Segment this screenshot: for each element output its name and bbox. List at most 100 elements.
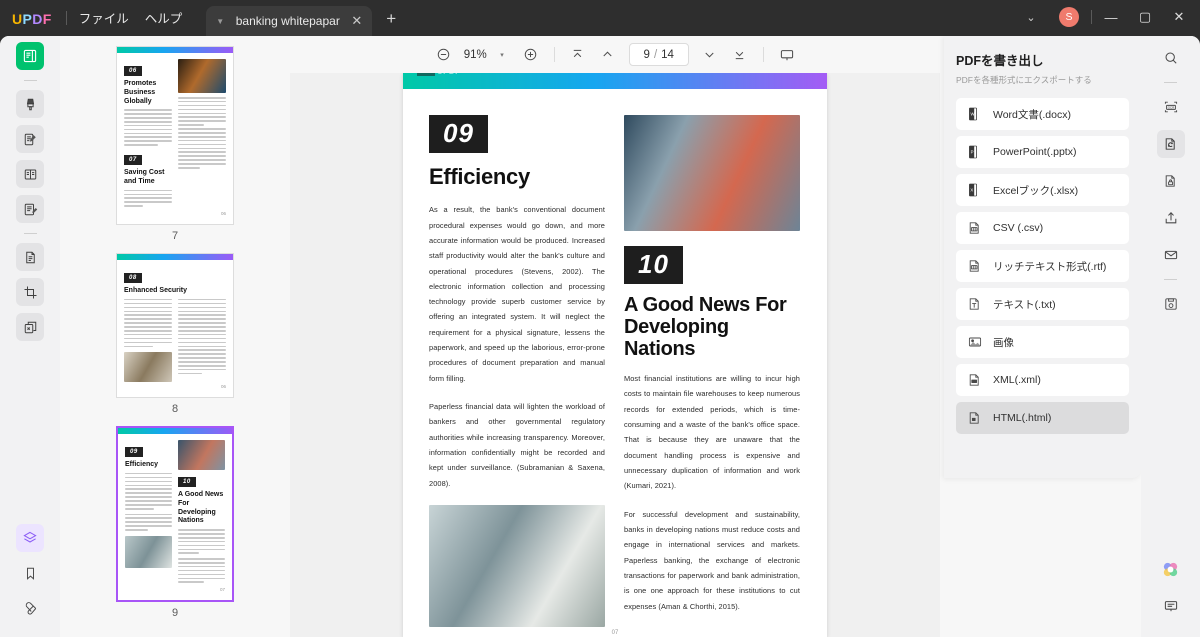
minimize-button[interactable]: —	[1096, 6, 1126, 28]
chevron-down-icon[interactable]: ▾	[500, 51, 504, 59]
rail-separator	[23, 80, 37, 81]
toolbar-separator-2	[762, 47, 764, 62]
export-option-xml[interactable]: </> XML(.xml)	[956, 364, 1129, 396]
thumbnail-list: 06 Promotes Business Globally 07 Saving …	[60, 46, 290, 630]
html-icon	[966, 410, 983, 427]
export-option-label: PowerPoint(.pptx)	[993, 146, 1077, 158]
thumbnail-page-8[interactable]: 08 Enhanced Security 06	[116, 253, 234, 399]
left-tool-rail	[0, 36, 60, 637]
menu-file[interactable]: ファイル	[79, 8, 129, 27]
section-number-8: 08	[124, 273, 142, 284]
previous-page-button[interactable]	[593, 42, 623, 68]
feedback-button[interactable]	[1157, 592, 1185, 620]
section-number-09: 09	[429, 115, 488, 153]
export-option-image[interactable]: 画像	[956, 326, 1129, 358]
sidebar-item-convert[interactable]	[1156, 130, 1185, 158]
section-title: Promotes Business Globally	[124, 80, 157, 105]
rtf-icon	[966, 258, 983, 275]
chevron-down-icon[interactable]: ▼	[216, 17, 224, 26]
page-brand-logo: UPDF	[417, 73, 460, 76]
section-number-9b: 10	[178, 477, 196, 488]
sidebar-item-email[interactable]	[1157, 241, 1185, 269]
app-shell: 06 Promotes Business Globally 07 Saving …	[0, 36, 1200, 637]
right-rail-separator-2	[1164, 279, 1177, 280]
menu-help[interactable]: ヘルプ	[145, 8, 183, 27]
last-page-button[interactable]	[725, 42, 755, 68]
document-viewport[interactable]: UPDF 09 Efficiency As a result, the bank…	[290, 73, 940, 637]
thumbnail-page-number-7: 7	[171, 230, 179, 243]
section-number-10: 10	[624, 246, 683, 284]
sidebar-item-page[interactable]	[16, 243, 44, 271]
new-tab-button[interactable]: +	[386, 9, 396, 29]
thumbnail-page-7[interactable]: 06 Promotes Business Globally 07 Saving …	[116, 46, 234, 226]
sidebar-item-layers[interactable]	[16, 524, 44, 552]
sidebar-item-search[interactable]	[1157, 44, 1185, 72]
sidebar-item-form[interactable]	[16, 160, 44, 188]
thumbnail-page-footer-9: 07	[219, 587, 225, 593]
document-image-team	[624, 115, 800, 231]
page-body: 09 Efficiency As a result, the bank's co…	[403, 89, 827, 628]
export-option-powerpoint[interactable]: P PowerPoint(.pptx)	[956, 136, 1129, 168]
thumbnail-panel[interactable]: 06 Promotes Business Globally 07 Saving …	[60, 36, 290, 637]
close-icon[interactable]: ✕	[351, 13, 362, 29]
section-number-9: 09	[125, 447, 143, 458]
zoom-level-value[interactable]: 91%	[458, 49, 492, 61]
body-text-lines-9a	[125, 472, 172, 531]
toolbar-separator	[553, 47, 555, 62]
txt-icon	[966, 296, 983, 313]
page-number-input[interactable]: 9 / 14	[628, 43, 689, 66]
close-window-button[interactable]: ✕	[1164, 6, 1194, 28]
sidebar-item-share[interactable]	[1157, 204, 1185, 232]
export-option-txt[interactable]: テキスト(.txt)	[956, 288, 1129, 320]
ai-assistant-button[interactable]	[1157, 555, 1185, 583]
sidebar-item-bookmark[interactable]	[16, 559, 44, 587]
avatar[interactable]: S	[1059, 7, 1079, 27]
right-rail-bottom	[1157, 555, 1185, 637]
export-option-label: 画像	[993, 336, 1014, 349]
export-option-rtf[interactable]: リッチテキスト形式(.rtf)	[956, 250, 1129, 282]
export-option-word[interactable]: W Word文書(.docx)	[956, 98, 1129, 130]
rail-separator-2	[23, 233, 37, 234]
sidebar-item-ocr[interactable]: OCR	[1157, 93, 1185, 121]
export-option-csv[interactable]: CSV (.csv)	[956, 212, 1129, 244]
sidebar-item-edit-pdf[interactable]	[16, 125, 44, 153]
presentation-mode-button[interactable]	[772, 42, 802, 68]
thumbnail-page-9[interactable]: 09 Efficiency 10 A Good News For Develop…	[116, 426, 234, 603]
word-icon: W	[966, 106, 983, 123]
sidebar-item-save[interactable]	[1157, 290, 1185, 318]
titlebar-divider-2	[1091, 10, 1092, 24]
body-text-lines-9b	[178, 529, 225, 584]
export-option-html[interactable]: HTML(.html)	[956, 402, 1129, 434]
thumbnail-content-9: 09 Efficiency 10 A Good News For Develop…	[118, 434, 232, 600]
first-page-button[interactable]	[563, 42, 593, 68]
total-pages-value: 14	[661, 48, 674, 61]
export-option-excel[interactable]: X Excelブック(.xlsx)	[956, 174, 1129, 206]
zoom-in-button[interactable]	[516, 42, 546, 68]
chevron-down-icon[interactable]: ⌄	[1017, 6, 1045, 28]
sidebar-item-reader[interactable]	[16, 42, 44, 70]
maximize-button[interactable]: ▢	[1130, 6, 1160, 28]
thumbnail-image-team	[178, 440, 225, 471]
export-option-label: テキスト(.txt)	[993, 298, 1056, 311]
document-tab[interactable]: ▼ banking whitepapar ✕	[206, 6, 373, 36]
thumbnail-page-footer: 06	[220, 211, 226, 217]
right-tool-rail: OCR	[1141, 36, 1200, 637]
paragraph-2: Paperless financial data will lighten th…	[429, 402, 605, 488]
section-number: 06	[124, 66, 142, 76]
next-page-button[interactable]	[695, 42, 725, 68]
svg-text:</>: </>	[971, 379, 975, 383]
body-text-lines	[124, 109, 172, 146]
section-heading-good-news: A Good News For Developing Nations	[624, 294, 787, 360]
image-icon	[966, 334, 983, 351]
export-panel-title: PDFを書き出し	[956, 54, 1044, 68]
sidebar-item-markup[interactable]	[16, 90, 44, 118]
sidebar-item-protect[interactable]	[1157, 167, 1185, 195]
sidebar-item-crop[interactable]	[16, 278, 44, 306]
sidebar-item-comment[interactable]	[16, 195, 44, 223]
export-panel-subtitle: PDFを各種形式にエクスポートする	[956, 75, 1092, 85]
thumbnail-page-footer-8: 06	[220, 384, 226, 390]
zoom-out-button[interactable]	[428, 42, 458, 68]
sidebar-item-attachment[interactable]	[16, 594, 44, 622]
sidebar-item-organize[interactable]	[16, 313, 44, 341]
xml-icon: </>	[966, 372, 983, 389]
